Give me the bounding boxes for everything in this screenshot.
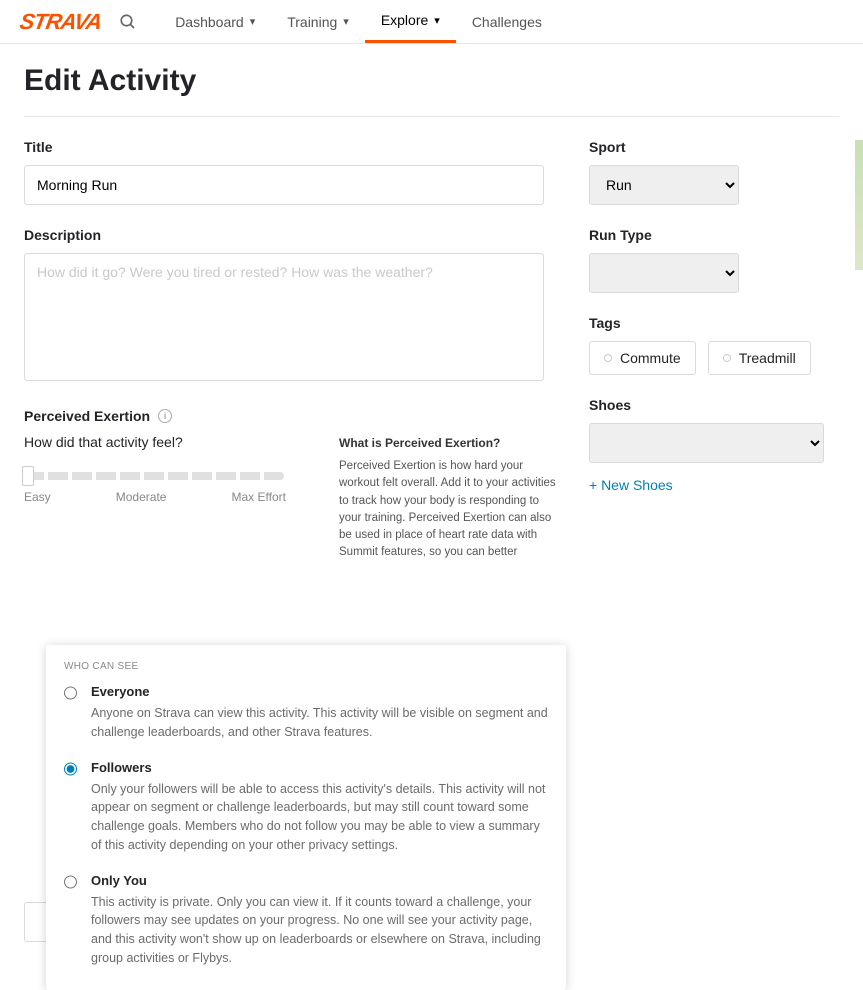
tags-list: Commute Treadmill [589, 341, 839, 375]
nav-label: Explore [381, 12, 428, 28]
title-input[interactable] [24, 165, 544, 205]
tags-label: Tags [589, 315, 839, 331]
nav-label: Challenges [472, 14, 542, 30]
nav-label: Dashboard [175, 14, 244, 30]
slider-max: Max Effort [232, 490, 286, 504]
radio-title: Only You [91, 873, 548, 888]
radio-body: Followers Only your followers will be ab… [91, 760, 548, 855]
privacy-popover: WHO CAN SEE Everyone Anyone on Strava ca… [46, 645, 566, 990]
privacy-option-only-you[interactable]: Only You This activity is private. Only … [64, 873, 548, 968]
privacy-header: WHO CAN SEE [64, 661, 548, 672]
runtype-select[interactable] [589, 253, 739, 293]
description-label: Description [24, 227, 559, 243]
search-icon[interactable] [119, 13, 137, 31]
slider-mid: Moderate [116, 490, 167, 504]
info-icon[interactable]: i [158, 409, 172, 423]
col-side: Sport Run Run Type Tags Commute Treadmil… [589, 139, 839, 942]
radio-body: Only You This activity is private. Only … [91, 873, 548, 968]
tag-dot-icon [602, 352, 613, 363]
shoes-group: Shoes + New Shoes [589, 397, 839, 495]
form-wrap: Title Description Perceived Exertion i H… [24, 116, 839, 942]
nav-dashboard[interactable]: Dashboard ▾ [159, 0, 271, 43]
slider-min: Easy [24, 490, 51, 504]
pe-info-body: Perceived Exertion is how hard your work… [339, 458, 559, 562]
nav-training[interactable]: Training ▾ [271, 0, 365, 43]
slider-labels: Easy Moderate Max Effort [24, 490, 286, 504]
description-group: Description [24, 227, 559, 386]
perceived-exertion-label: Perceived Exertion i [24, 408, 559, 424]
runtype-label: Run Type [589, 227, 839, 243]
title-label: Title [24, 139, 559, 155]
nav-challenges[interactable]: Challenges [456, 0, 558, 43]
tag-dot-icon [721, 352, 732, 363]
pe-left: How did that activity feel? Easy Moderat… [24, 434, 309, 562]
header: STRAVA Dashboard ▾ Training ▾ Explore ▾ Cha… [0, 0, 863, 44]
chevron-down-icon: ▾ [343, 15, 349, 28]
radio-desc: Anyone on Strava can view this activity.… [91, 704, 548, 742]
pe-section: How did that activity feel? Easy Moderat… [24, 434, 559, 562]
sport-select[interactable]: Run [589, 165, 739, 205]
tags-group: Tags Commute Treadmill [589, 315, 839, 375]
privacy-option-everyone[interactable]: Everyone Anyone on Strava can view this … [64, 684, 548, 742]
map-preview-sliver [855, 140, 863, 270]
new-shoes-link[interactable]: + New Shoes [589, 477, 673, 493]
tag-label: Treadmill [739, 350, 796, 366]
radio-desc: This activity is private. Only you can v… [91, 893, 548, 968]
pe-question: How did that activity feel? [24, 434, 309, 450]
perceived-exertion-group: Perceived Exertion i How did that activi… [24, 408, 559, 562]
chevron-down-icon: ▾ [250, 15, 256, 28]
nav-explore[interactable]: Explore ▾ [365, 0, 456, 43]
runtype-group: Run Type [589, 227, 839, 293]
radio-everyone[interactable] [64, 686, 77, 700]
sport-group: Sport Run [589, 139, 839, 205]
radio-desc: Only your followers will be able to acce… [91, 780, 548, 855]
radio-only-you[interactable] [64, 875, 77, 889]
page: Edit Activity Title Description Perceive… [0, 44, 863, 962]
radio-body: Everyone Anyone on Strava can view this … [91, 684, 548, 742]
radio-title: Everyone [91, 684, 548, 699]
page-title: Edit Activity [24, 64, 839, 98]
brand-logo[interactable]: STRAVA [18, 9, 104, 35]
radio-followers[interactable] [64, 762, 77, 776]
privacy-option-followers[interactable]: Followers Only your followers will be ab… [64, 760, 548, 855]
title-group: Title [24, 139, 559, 205]
shoes-label: Shoes [589, 397, 839, 413]
exertion-slider[interactable] [24, 472, 284, 480]
pe-label-text: Perceived Exertion [24, 408, 150, 424]
tag-commute[interactable]: Commute [589, 341, 696, 375]
pe-info-title: What is Perceived Exertion? [339, 434, 559, 452]
pe-info: What is Perceived Exertion? Perceived Ex… [339, 434, 559, 562]
chevron-down-icon: ▾ [434, 14, 440, 27]
shoes-select[interactable] [589, 423, 824, 463]
radio-title: Followers [91, 760, 548, 775]
slider-handle[interactable] [22, 466, 34, 486]
tag-label: Commute [620, 350, 681, 366]
sport-label: Sport [589, 139, 839, 155]
description-input[interactable] [24, 253, 544, 381]
tag-treadmill[interactable]: Treadmill [708, 341, 811, 375]
nav-label: Training [287, 14, 337, 30]
main-nav: Dashboard ▾ Training ▾ Explore ▾ Challenges [159, 0, 558, 43]
